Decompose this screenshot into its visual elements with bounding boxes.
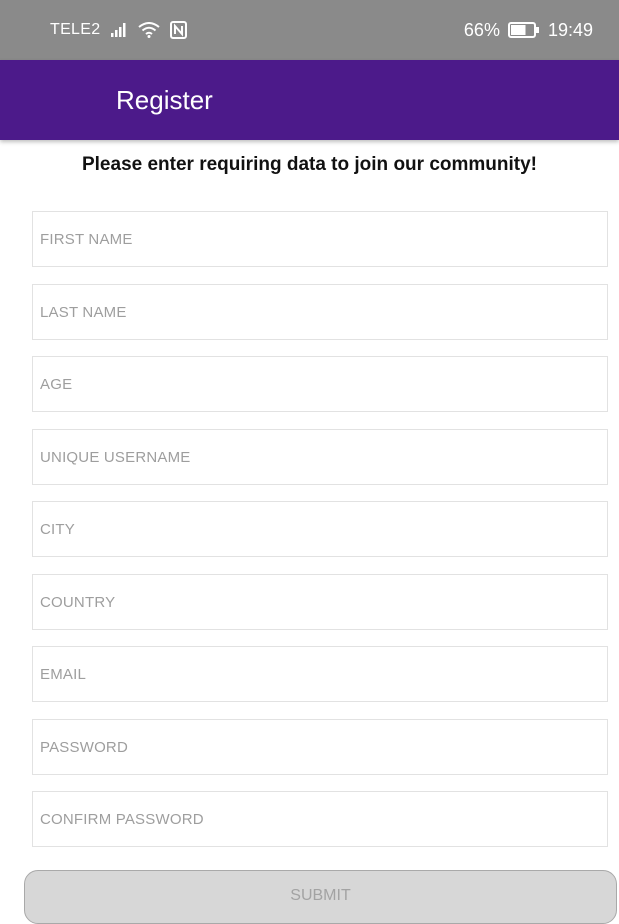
last-name-field[interactable] bbox=[32, 284, 608, 340]
first-name-input[interactable] bbox=[33, 212, 607, 266]
confirm-password-input[interactable] bbox=[33, 792, 607, 846]
age-field[interactable] bbox=[32, 356, 608, 412]
first-name-field[interactable] bbox=[32, 211, 608, 267]
confirm-password-field[interactable] bbox=[32, 791, 608, 847]
battery-percent: 66% bbox=[463, 19, 500, 40]
nfc-icon bbox=[170, 21, 188, 39]
country-field[interactable] bbox=[32, 574, 608, 630]
unique-username-input[interactable] bbox=[33, 430, 607, 484]
country-input[interactable] bbox=[33, 575, 607, 629]
submit-button[interactable]: SUBMIT bbox=[24, 870, 617, 924]
email-input[interactable] bbox=[33, 647, 607, 701]
form-subtitle: Please enter requiring data to join our … bbox=[81, 154, 538, 175]
status-left: TELE2 bbox=[50, 0, 188, 60]
page-title: Register bbox=[116, 85, 213, 115]
app-bar: Register bbox=[0, 60, 619, 140]
password-field[interactable] bbox=[32, 719, 608, 775]
city-input[interactable] bbox=[33, 502, 607, 556]
unique-username-field[interactable] bbox=[32, 429, 608, 485]
last-name-input[interactable] bbox=[33, 285, 607, 339]
wifi-icon bbox=[138, 22, 161, 38]
city-field[interactable] bbox=[32, 501, 608, 557]
battery-icon bbox=[507, 22, 540, 38]
password-input[interactable] bbox=[33, 720, 607, 774]
status-right: 66% 19:49 bbox=[464, 0, 593, 60]
age-input[interactable] bbox=[33, 357, 607, 411]
status-bar: TELE2 66% 19:49 bbox=[0, 0, 619, 60]
email-field[interactable] bbox=[32, 646, 608, 702]
carrier-name: TELE2 bbox=[50, 21, 101, 38]
signal-icon bbox=[110, 23, 128, 37]
clock: 19:49 bbox=[547, 19, 593, 40]
